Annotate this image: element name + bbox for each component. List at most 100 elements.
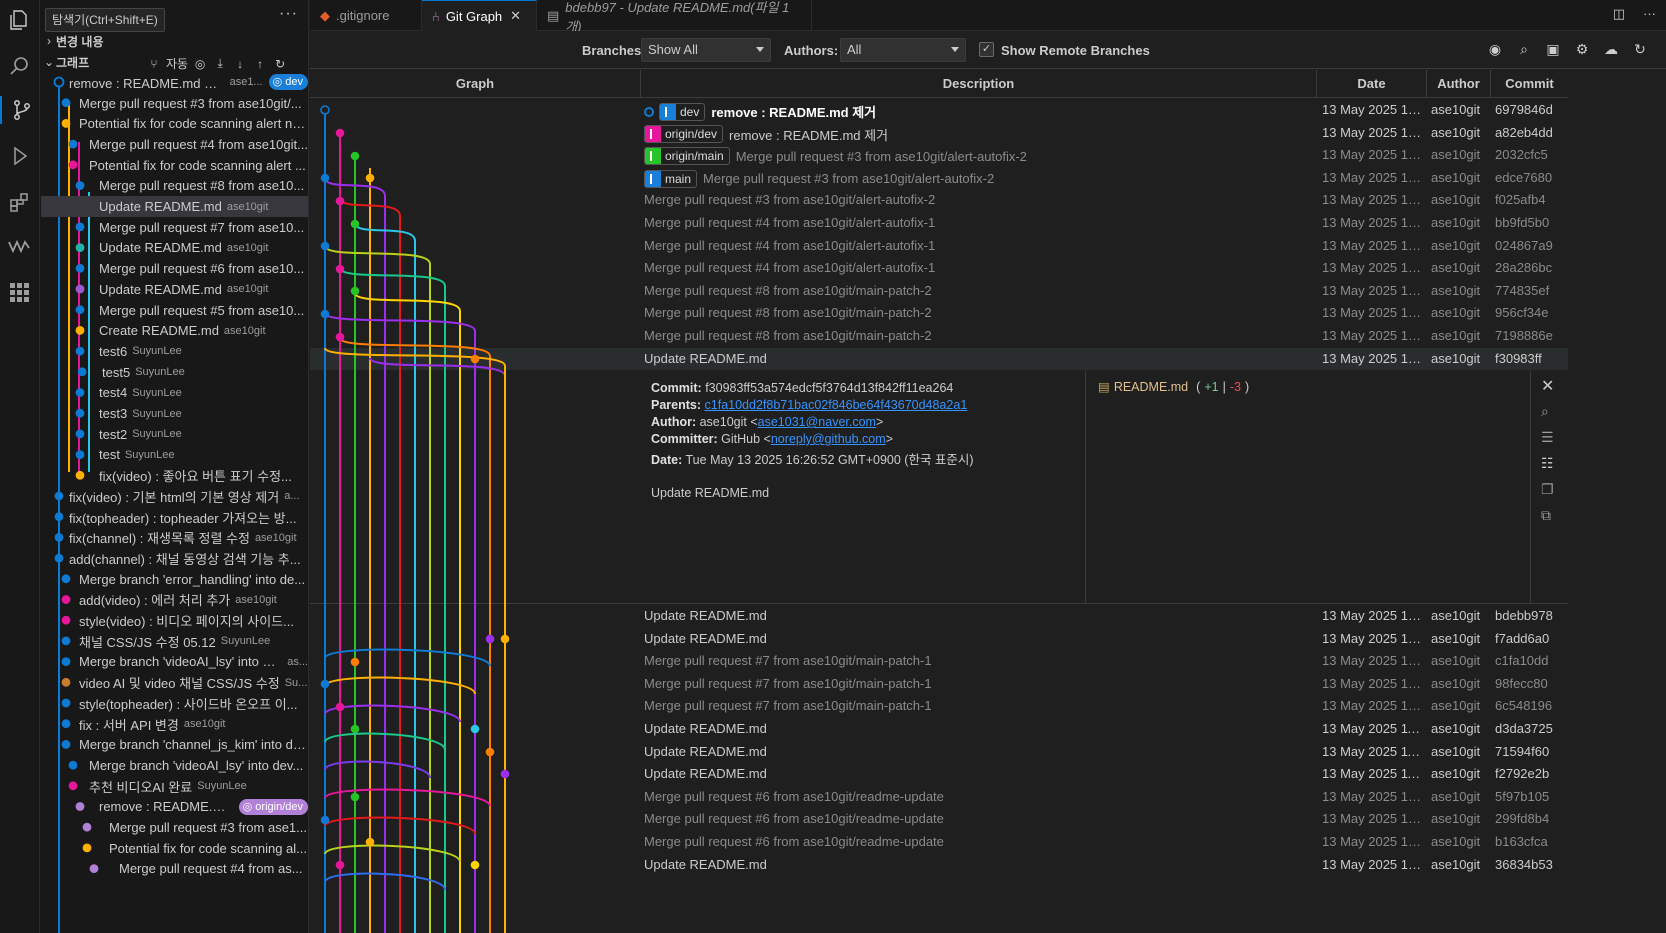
branch-ref-label[interactable]: main <box>644 169 698 188</box>
committer-email-link[interactable]: noreply@github.com <box>771 432 886 446</box>
sidebar-commit-row[interactable]: add(channel) : 채널 동영상 검색 기능 추... <box>41 548 308 569</box>
sidebar-commit-row[interactable]: fix(channel) : 재생목록 정렬 수정 ase10git <box>41 527 308 548</box>
grid-apps-icon[interactable] <box>5 278 33 306</box>
sidebar-commit-row[interactable]: Create README.md ase10git <box>41 320 308 341</box>
tab-diff[interactable]: ▤ bdebb97 - Update README.md(파일 1개) <box>537 0 812 34</box>
run-debug-icon[interactable] <box>5 142 33 170</box>
branches-dropdown[interactable]: Show All <box>641 38 771 62</box>
commit-row[interactable]: Merge pull request #8 from ase10git/main… <box>310 302 1568 325</box>
close-icon[interactable]: ✕ <box>510 8 521 24</box>
sidebar-commit-row[interactable]: Merge pull request #4 from ase10git... <box>41 134 308 155</box>
sidebar-commit-row[interactable]: style(topheader) : 사이드바 온오프 이... <box>41 693 308 714</box>
tab-git-graph[interactable]: ⑃ Git Graph ✕ <box>422 0 537 31</box>
commit-row[interactable]: Merge pull request #6 from ase10git/read… <box>310 831 1568 854</box>
sidebar-commit-row[interactable]: Merge pull request #5 from ase10... <box>41 300 308 321</box>
show-remote-label[interactable]: Show Remote Branches <box>1001 43 1150 58</box>
commit-row[interactable]: Merge pull request #7 from ase10git/main… <box>310 695 1568 718</box>
column-author[interactable]: Author <box>1427 70 1491 98</box>
commit-row[interactable]: dev remove : README.md 제거 13 May 2025 16:.… <box>310 99 1568 122</box>
target-icon[interactable]: ◎ <box>192 57 208 71</box>
sidebar-commit-row[interactable]: fix(video) : 기본 html의 기본 영상 제거 a... <box>41 486 308 507</box>
commit-row[interactable]: Update README.md 13 May 2025 16:... ase10g… <box>310 605 1568 628</box>
sidebar-commit-row[interactable]: test5 SuyunLee <box>41 362 308 383</box>
sidebar-commit-row[interactable]: test SuyunLee <box>41 445 308 466</box>
sidebar-commit-row[interactable]: style(video) : 비디오 페이지의 사이드... <box>41 610 308 631</box>
source-control-icon[interactable] <box>0 96 38 124</box>
sidebar-commit-row[interactable]: Merge branch 'channel_js_kim' into de... <box>41 734 308 755</box>
column-date[interactable]: Date <box>1317 70 1427 98</box>
commit-row[interactable]: Merge pull request #7 from ase10git/main… <box>310 650 1568 673</box>
sidebar-commit-row[interactable]: Update README.md ase10git <box>41 196 308 217</box>
tab-gitignore[interactable]: ◆ .gitignore <box>310 0 422 31</box>
column-commit[interactable]: Commit <box>1491 70 1568 98</box>
sidebar-commit-row[interactable]: 채널 CSS/JS 수정 05.12 SuyunLee <box>41 631 308 652</box>
more-icon[interactable]: ··· <box>1643 6 1656 22</box>
commit-row[interactable]: origin/main Merge pull request #3 from as… <box>310 144 1568 167</box>
commit-row[interactable]: Merge pull request #4 from ase10git/aler… <box>310 235 1568 258</box>
sidebar-commit-row[interactable]: fix(video) : 좋아요 버튼 표기 수정... <box>41 465 308 486</box>
commit-row[interactable]: Merge pull request #4 from ase10git/aler… <box>310 212 1568 235</box>
sidebar-commit-row[interactable]: test2 SuyunLee <box>41 424 308 445</box>
compare-icon[interactable]: ⧉ <box>1541 507 1551 524</box>
copy-icon[interactable]: ❐ <box>1541 481 1554 498</box>
search-icon[interactable] <box>5 52 33 80</box>
gear-icon[interactable]: ⚙ <box>1574 41 1590 57</box>
sidebar-commit-row[interactable]: Potential fix for code scanning alert ..… <box>41 155 308 176</box>
sidebar-commit-row[interactable]: test3 SuyunLee <box>41 403 308 424</box>
commit-row[interactable]: Merge pull request #8 from ase10git/main… <box>310 325 1568 348</box>
auto-label[interactable]: 자동 <box>166 55 188 72</box>
close-icon[interactable]: ✕ <box>1541 376 1554 396</box>
explorer-icon[interactable] <box>5 6 33 34</box>
sidebar-commit-row[interactable]: Merge pull request #3 from ase10git/... <box>41 93 308 114</box>
list-view-icon[interactable]: ☰ <box>1541 429 1554 446</box>
eye-icon[interactable]: ◉ <box>1487 41 1503 57</box>
branch-auto-icon[interactable]: ⑂ <box>146 57 162 71</box>
sidebar-commit-row[interactable]: test4 SuyunLee <box>41 383 308 404</box>
sidebar-commit-row[interactable]: Merge pull request #7 from ase10... <box>41 217 308 238</box>
commit-row[interactable]: Update README.md 13 May 2025 10:... ase10g… <box>310 854 1568 877</box>
sidebar-commit-row[interactable]: Update README.md ase10git <box>41 238 308 259</box>
sidebar-commit-row[interactable]: Potential fix for code scanning al... <box>41 838 308 859</box>
commit-row[interactable]: Merge pull request #3 from ase10git/aler… <box>310 189 1568 212</box>
parent-link[interactable]: c1fa10dd2f8b71bac02f846be64f43670d48a2a1 <box>705 398 968 412</box>
show-remote-checkbox[interactable]: ✓ <box>979 42 994 57</box>
refresh-icon[interactable]: ↻ <box>272 57 288 71</box>
branch-ref-label[interactable]: origin/dev <box>644 125 724 144</box>
code-review-icon[interactable]: ⌕ <box>1541 403 1549 420</box>
more-actions-icon[interactable]: ··· <box>279 5 298 23</box>
sidebar-commit-row[interactable]: Merge pull request #6 from ase10... <box>41 258 308 279</box>
split-editor-icon[interactable]: ◫ <box>1613 6 1625 22</box>
refresh-icon[interactable]: ↻ <box>1632 41 1648 57</box>
sidebar-commit-row[interactable]: Merge pull request #4 from as... <box>41 859 308 880</box>
commit-row[interactable]: Update README.md 13 May 2025 11:... ase10g… <box>310 763 1568 786</box>
commit-row[interactable]: origin/dev remove : README.md 제거 13 May 20… <box>310 122 1568 145</box>
column-graph[interactable]: Graph <box>310 70 641 98</box>
push-icon[interactable]: ↑ <box>252 57 268 71</box>
sidebar-commit-row[interactable]: fix : 서버 API 변경 ase10git <box>41 714 308 735</box>
commit-row[interactable]: Merge pull request #6 from ase10git/read… <box>310 786 1568 809</box>
branch-ref-label[interactable]: origin/main <box>644 147 730 166</box>
fetch-cloud-icon[interactable]: ☁ <box>1603 41 1619 57</box>
commit-row[interactable]: Merge pull request #4 from ase10git/aler… <box>310 257 1568 280</box>
commit-row[interactable]: Update README.md 13 May 2025 16:... ase10g… <box>310 347 1568 371</box>
sidebar-commit-row[interactable]: remove : README.m... ◎ origin/dev <box>41 797 308 818</box>
commit-row[interactable]: Update README.md 13 May 2025 16:... ase10g… <box>310 628 1568 651</box>
commit-row[interactable]: Update README.md 13 May 2025 11:... ase10g… <box>310 718 1568 741</box>
sidebar-commit-row[interactable]: Merge branch 'error_handling' into de... <box>41 569 308 590</box>
sidebar-commit-row[interactable]: Merge pull request #8 from ase10... <box>41 176 308 197</box>
pull-icon[interactable]: ↓ <box>232 57 248 71</box>
column-description[interactable]: Description <box>641 70 1317 98</box>
sidebar-commit-row[interactable]: Update README.md ase10git <box>41 279 308 300</box>
commit-row[interactable]: Merge pull request #6 from ase10git/read… <box>310 808 1568 831</box>
sidebar-commit-row[interactable]: Merge branch 'videoAI_lsy' into dev as... <box>41 652 308 673</box>
sidebar-commit-row[interactable]: test6 SuyunLee <box>41 341 308 362</box>
commit-row[interactable]: Merge pull request #7 from ase10git/main… <box>310 673 1568 696</box>
tree-view-icon[interactable]: ☷ <box>1541 455 1554 472</box>
commit-row[interactable]: Merge pull request #8 from ase10git/main… <box>310 280 1568 303</box>
extensions-icon[interactable] <box>5 188 33 216</box>
sidebar-commit-row[interactable]: Merge branch 'videoAI_lsy' into dev... <box>41 755 308 776</box>
sidebar-commit-row[interactable]: Potential fix for code scanning alert no… <box>41 113 308 134</box>
fetch-icon[interactable]: ⤓ <box>212 56 228 71</box>
authors-dropdown[interactable]: All <box>840 38 966 62</box>
author-email-link[interactable]: ase1031@naver.com <box>758 415 876 429</box>
